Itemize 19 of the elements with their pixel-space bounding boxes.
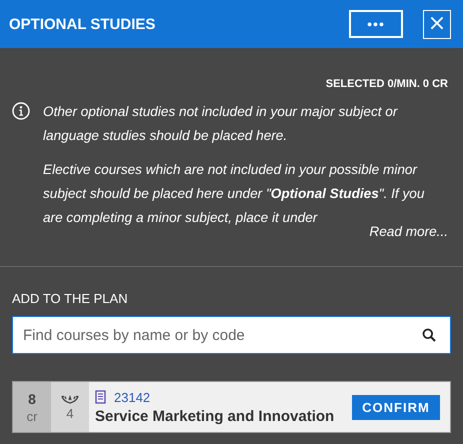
selected-summary: SELECTED 0/MIN. 0 CR — [324, 77, 449, 92]
laurel-icon — [60, 394, 80, 404]
search-icon[interactable] — [422, 328, 436, 342]
course-code[interactable]: 23142 — [114, 390, 150, 404]
credits-value: 8 — [28, 390, 36, 406]
info-paragraph: Other optional studies not included in your major subject or language studies should be placed here. — [43, 103, 399, 145]
credits-unit: cr — [26, 408, 38, 424]
read-more-link[interactable]: Read more... — [369, 224, 448, 239]
confirm-button[interactable]: CONFIRM — [352, 394, 440, 420]
section-title: ADD TO THE PLAN — [11, 290, 129, 308]
info-paragraph: Elective courses which are not included in your possible minor subject should be placed here under "Optional Studies". If you are completing a minor subject, place it under — [43, 161, 426, 226]
search-field[interactable]: Find courses by name or by code — [12, 316, 451, 354]
document-icon — [95, 390, 106, 404]
more-button[interactable]: ••• — [349, 10, 403, 38]
course-name: Service Marketing and Innovation — [95, 408, 336, 424]
level-value: 4 — [66, 406, 74, 420]
close-button[interactable]: × — [423, 10, 451, 38]
panel-title: OPTIONAL STUDIES — [9, 16, 156, 32]
info-icon — [12, 102, 30, 120]
